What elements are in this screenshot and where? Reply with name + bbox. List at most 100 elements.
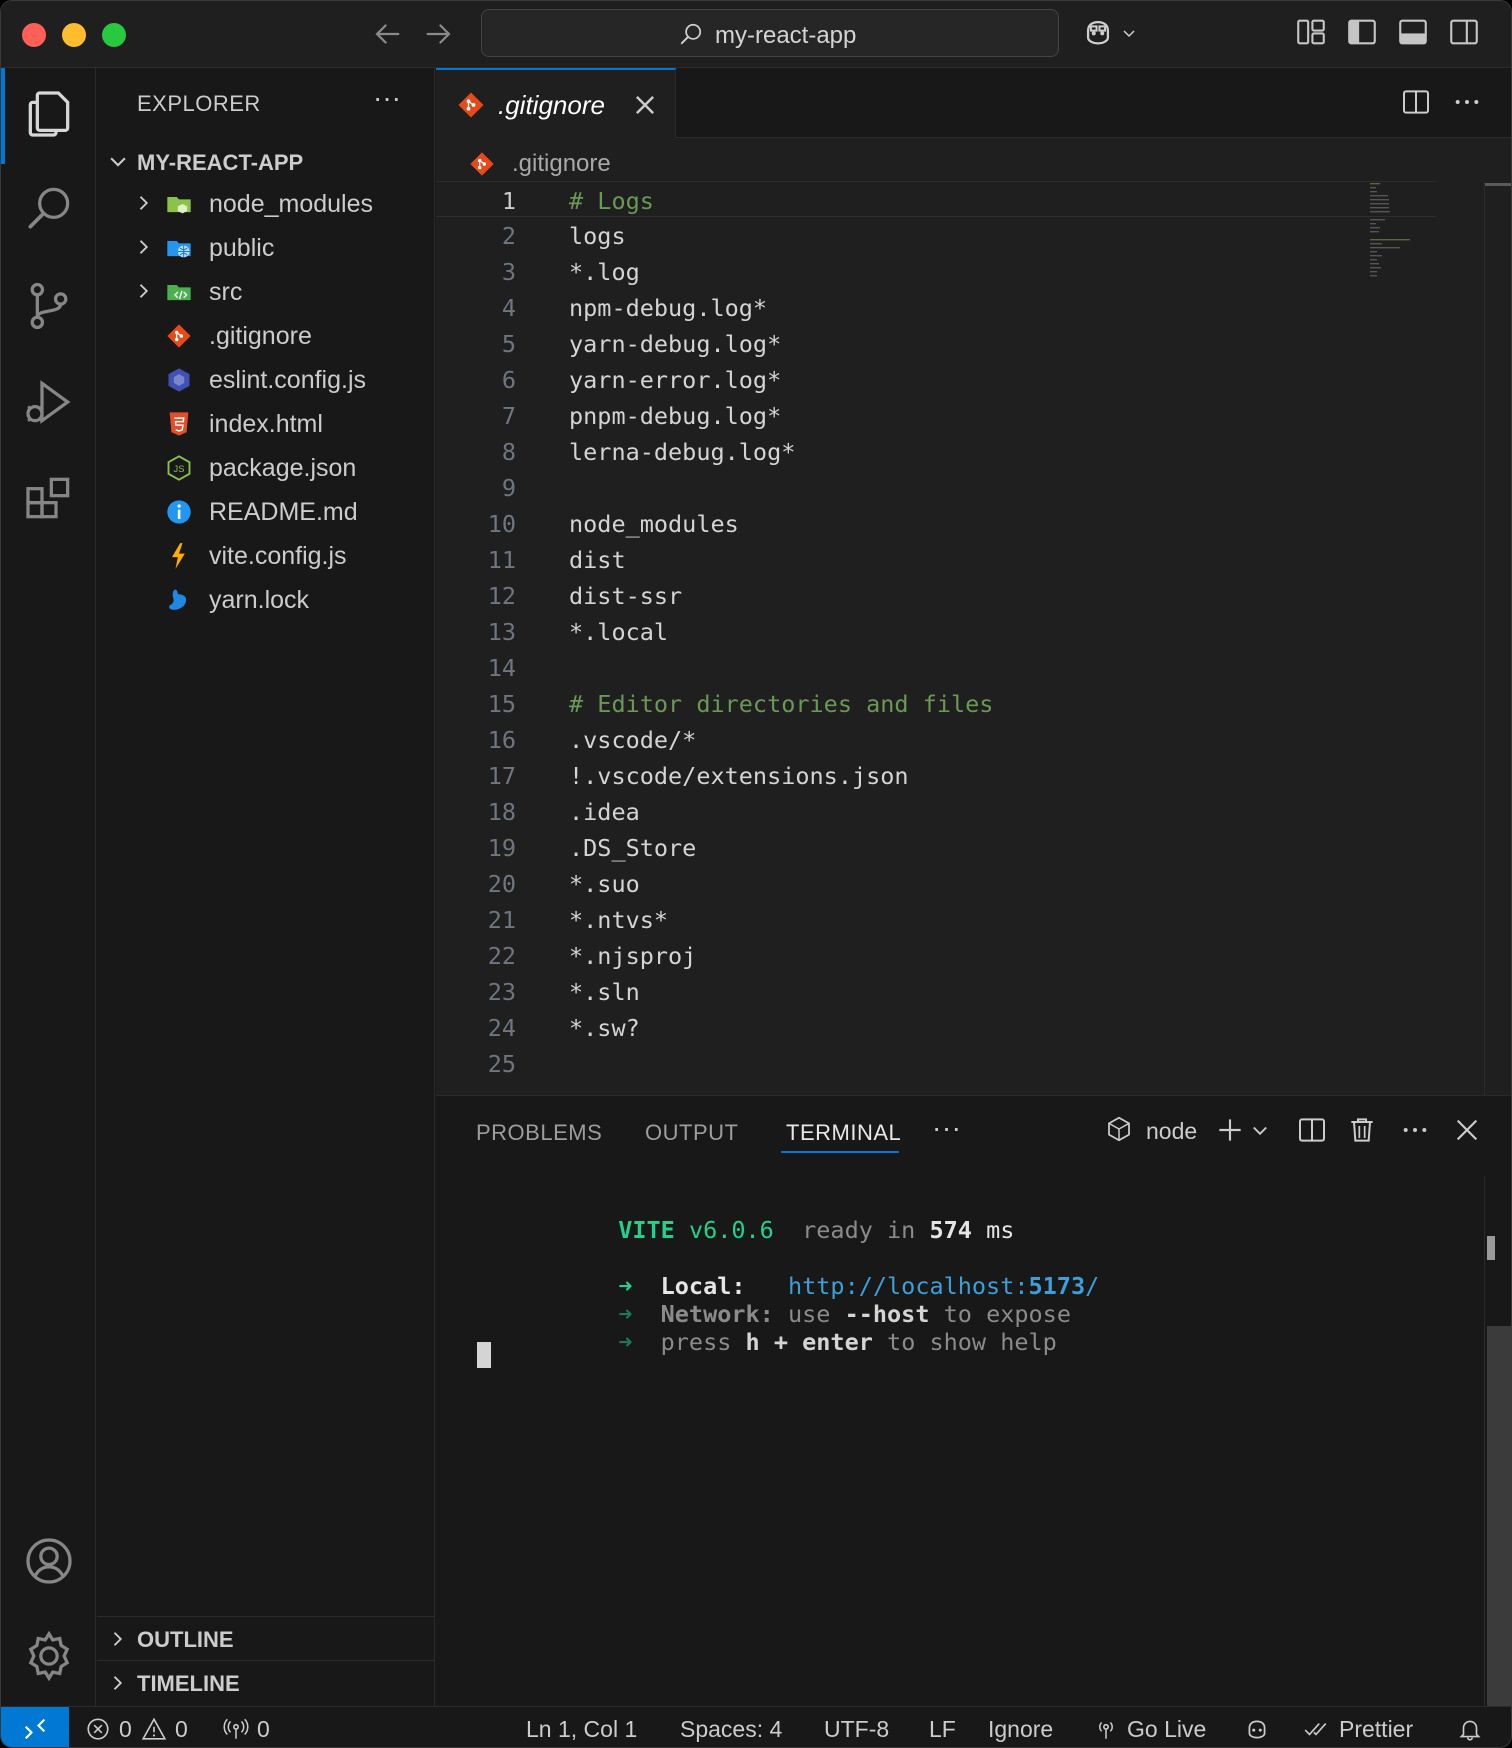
- code-line[interactable]: 17 !.vscode/extensions.json: [436, 757, 1436, 793]
- terminal-scrollbar[interactable]: [1484, 1176, 1511, 1707]
- source-control-icon[interactable]: [21, 278, 77, 334]
- code-line[interactable]: 9: [436, 469, 1436, 505]
- tree-item-eslint-config[interactable]: eslint.config.js: [97, 358, 435, 402]
- terminal-output[interactable]: VITE v6.0.6 ready in 574 ms ➜ Local: htt…: [436, 1176, 1476, 1706]
- more-actions-icon[interactable]: [1451, 86, 1483, 118]
- language-mode[interactable]: Ignore: [988, 1716, 1053, 1743]
- scrollbar-thumb[interactable]: [1487, 1326, 1511, 1706]
- tree-item-package-json[interactable]: JS package.json: [97, 446, 435, 490]
- window-maximize-button[interactable]: [102, 23, 126, 47]
- chevron-right-icon: [113, 1676, 123, 1690]
- tree-item-public[interactable]: public: [97, 226, 435, 270]
- tab-terminal[interactable]: TERMINAL: [786, 1120, 901, 1146]
- tree-item-gitignore[interactable]: .gitignore: [97, 314, 435, 358]
- cursor-position[interactable]: Ln 1, Col 1: [526, 1716, 637, 1743]
- workspace-root-folder[interactable]: MY-REACT-APP: [97, 142, 435, 182]
- breadcrumb-item[interactable]: .gitignore: [512, 150, 611, 178]
- trash-icon[interactable]: [1346, 1114, 1378, 1146]
- command-center-search[interactable]: my-react-app: [481, 9, 1059, 57]
- split-terminal-icon[interactable]: [1296, 1114, 1328, 1146]
- remote-indicator[interactable]: [1, 1707, 69, 1747]
- tree-item-node-modules[interactable]: node_modules: [97, 182, 435, 226]
- window-minimize-button[interactable]: [62, 23, 86, 47]
- code-line[interactable]: 14: [436, 649, 1436, 685]
- end-of-line[interactable]: LF: [929, 1716, 956, 1743]
- toggle-secondary-sidebar-icon[interactable]: [1447, 15, 1481, 49]
- code-line[interactable]: 2 logs: [436, 217, 1436, 253]
- timeline-section-header[interactable]: TIMELINE: [97, 1660, 435, 1704]
- code-line[interactable]: 5 yarn-debug.log*: [436, 325, 1436, 361]
- chevron-right-icon: [113, 1632, 123, 1646]
- help-rest: to show help: [887, 1328, 1057, 1356]
- code-line[interactable]: 13 *.local: [436, 613, 1436, 649]
- title-bar: my-react-app: [1, 1, 1511, 68]
- toggle-primary-sidebar-icon[interactable]: [1345, 15, 1379, 49]
- accounts-icon[interactable]: [21, 1533, 77, 1589]
- customize-layout-icon[interactable]: [1294, 15, 1328, 49]
- code-line[interactable]: 22 *.njsproj: [436, 937, 1436, 973]
- run-and-debug-icon[interactable]: [21, 374, 77, 430]
- forward-arrow-icon[interactable]: [422, 17, 456, 51]
- line-number: 11: [487, 546, 516, 574]
- close-panel-icon[interactable]: [1451, 1114, 1483, 1146]
- extensions-icon[interactable]: [21, 470, 77, 526]
- terminal-help-line: ➜ press h + enter to show help: [505, 1300, 1057, 1384]
- scrollbar-marker: [1487, 1236, 1495, 1260]
- explorer-files-icon[interactable]: [21, 86, 77, 142]
- code-line[interactable]: 10 node_modules: [436, 505, 1436, 541]
- back-arrow-icon[interactable]: [370, 17, 404, 51]
- toggle-panel-icon[interactable]: [1396, 15, 1430, 49]
- editor-scrollbar[interactable]: [1484, 181, 1511, 1095]
- search-icon[interactable]: [21, 180, 77, 236]
- tree-item-vite-config[interactable]: vite.config.js: [97, 534, 435, 578]
- code-line[interactable]: 16 .vscode/*: [436, 721, 1436, 757]
- code-line[interactable]: 25: [436, 1045, 1436, 1081]
- code-line[interactable]: 19 .DS_Store: [436, 829, 1436, 865]
- split-editor-icon[interactable]: [1400, 86, 1432, 118]
- prettier-label: Prettier: [1339, 1716, 1414, 1742]
- new-terminal-icon[interactable]: [1214, 1114, 1246, 1146]
- bell-icon[interactable]: [1457, 1716, 1483, 1742]
- tree-item-readme[interactable]: README.md: [97, 490, 435, 534]
- encoding[interactable]: UTF-8: [824, 1716, 889, 1743]
- code-line[interactable]: 11 dist: [436, 541, 1436, 577]
- code-line[interactable]: 24 *.sw?: [436, 1009, 1436, 1045]
- code-line[interactable]: 3 *.log: [436, 253, 1436, 289]
- sidebar-title: EXPLORER: [137, 91, 261, 116]
- code-line[interactable]: 1 # Logs: [436, 181, 1436, 217]
- code-line[interactable]: 20 *.suo: [436, 865, 1436, 901]
- code-text: lerna-debug.log*: [569, 438, 796, 466]
- code-line[interactable]: 23 *.sln: [436, 973, 1436, 1009]
- tree-item-label: yarn.lock: [209, 586, 310, 614]
- panel-more-tabs[interactable]: ···: [932, 1112, 961, 1144]
- chevron-down-icon[interactable]: [1250, 1114, 1270, 1146]
- copilot-icon[interactable]: [1244, 1716, 1270, 1742]
- code-line[interactable]: 6 yarn-error.log*: [436, 361, 1436, 397]
- terminal-shell-selector[interactable]: node: [1104, 1112, 1222, 1148]
- close-icon[interactable]: [632, 92, 658, 118]
- code-line[interactable]: 18 .idea: [436, 793, 1436, 829]
- outline-section-header[interactable]: OUTLINE: [97, 1616, 435, 1660]
- copilot-icon: [1086, 20, 1110, 45]
- more-actions-icon[interactable]: [1399, 1114, 1431, 1146]
- tab-gitignore[interactable]: .gitignore: [436, 68, 676, 138]
- code-text: yarn-debug.log*: [569, 330, 782, 358]
- tree-item-index-html[interactable]: index.html: [97, 402, 435, 446]
- tab-problems[interactable]: PROBLEMS: [476, 1120, 602, 1146]
- code-line[interactable]: 15 # Editor directories and files: [436, 685, 1436, 721]
- code-line[interactable]: 8 lerna-debug.log*: [436, 433, 1436, 469]
- minimap[interactable]: [1368, 181, 1448, 301]
- tree-item-yarn-lock[interactable]: yarn.lock: [97, 578, 435, 622]
- settings-gear-icon[interactable]: [21, 1628, 77, 1684]
- tree-item-src[interactable]: src: [97, 270, 435, 314]
- window-close-button[interactable]: [22, 23, 46, 47]
- copilot-menu[interactable]: [1081, 15, 1145, 51]
- code-editor[interactable]: 1 # Logs 2 logs 3 *.log 4 npm-debug.log* 5 yarn-d…: [436, 181, 1511, 1095]
- indentation[interactable]: Spaces: 4: [680, 1716, 782, 1743]
- code-line[interactable]: 4 npm-debug.log*: [436, 289, 1436, 325]
- code-line[interactable]: 7 pnpm-debug.log*: [436, 397, 1436, 433]
- code-line[interactable]: 21 *.ntvs*: [436, 901, 1436, 937]
- sidebar-more-actions[interactable]: ···: [373, 82, 401, 114]
- code-line[interactable]: 12 dist-ssr: [436, 577, 1436, 613]
- tab-output[interactable]: OUTPUT: [645, 1120, 738, 1146]
